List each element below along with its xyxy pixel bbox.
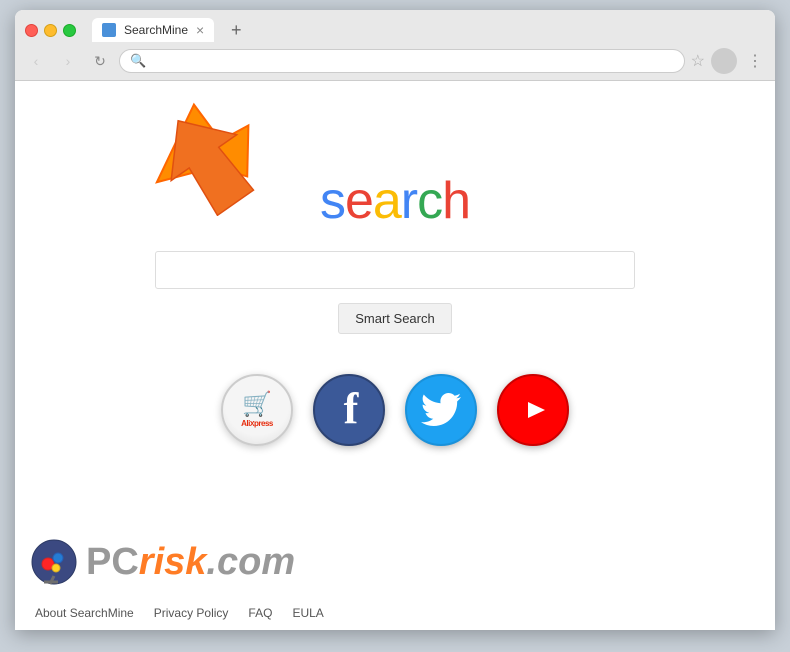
tab-favicon bbox=[102, 23, 116, 37]
refresh-button[interactable]: ↻ bbox=[87, 48, 113, 74]
maximize-button[interactable] bbox=[63, 24, 76, 37]
refresh-icon: ↻ bbox=[94, 53, 106, 70]
domain-text: .com bbox=[206, 541, 295, 583]
pcrisk-brand: PCrisk.com bbox=[86, 543, 295, 581]
user-avatar[interactable] bbox=[711, 48, 737, 74]
traffic-lights bbox=[25, 24, 76, 37]
logo-h: h bbox=[442, 171, 470, 231]
address-bar-row: ‹ › ↻ 🔍 ☆ ⋮ bbox=[15, 42, 775, 81]
new-tab-button[interactable]: + bbox=[222, 18, 250, 42]
pcrisk-text: PCrisk.com bbox=[86, 541, 295, 583]
address-search-icon: 🔍 bbox=[130, 53, 146, 69]
shortcuts-row: 🛒 AliXpress f bbox=[221, 374, 569, 446]
footer-links: About SearchMine Privacy Policy FAQ EULA bbox=[15, 606, 775, 620]
main-search-input[interactable] bbox=[155, 251, 635, 289]
search-logo: s e a r c h bbox=[320, 171, 470, 231]
logo-s: s bbox=[320, 171, 345, 231]
back-button[interactable]: ‹ bbox=[23, 48, 49, 74]
logo-a: a bbox=[373, 171, 401, 231]
big-arrow-svg bbox=[145, 96, 285, 216]
page-content: s e a r c h Smart Search 🛒 AliXpress f bbox=[15, 81, 775, 630]
tab-close-button[interactable]: × bbox=[196, 23, 204, 37]
pointer-arrow bbox=[145, 96, 285, 221]
eula-link[interactable]: EULA bbox=[292, 606, 323, 620]
logo-e: e bbox=[345, 171, 373, 231]
menu-button[interactable]: ⋮ bbox=[743, 51, 767, 71]
logo-r: r bbox=[401, 171, 417, 231]
risk-text: risk bbox=[139, 541, 207, 583]
back-icon: ‹ bbox=[34, 53, 39, 69]
pcrisk-watermark: PCrisk.com bbox=[30, 538, 295, 586]
address-bar[interactable]: 🔍 bbox=[119, 49, 685, 73]
privacy-link[interactable]: Privacy Policy bbox=[154, 606, 229, 620]
smart-search-button[interactable]: Smart Search bbox=[338, 303, 451, 334]
close-button[interactable] bbox=[25, 24, 38, 37]
aliexpress-cart-icon: 🛒 bbox=[242, 393, 272, 417]
aliexpress-label: AliXpress bbox=[241, 419, 273, 428]
twitter-bird-icon bbox=[421, 393, 461, 427]
minimize-button[interactable] bbox=[44, 24, 57, 37]
forward-button[interactable]: › bbox=[55, 48, 81, 74]
tab-row: SearchMine × + bbox=[25, 18, 765, 42]
about-link[interactable]: About SearchMine bbox=[35, 606, 134, 620]
pc-text: PC bbox=[86, 541, 139, 583]
search-box-wrap bbox=[155, 251, 635, 289]
youtube-icon bbox=[511, 394, 555, 426]
youtube-shortcut[interactable] bbox=[497, 374, 569, 446]
facebook-icon: f bbox=[344, 383, 359, 434]
forward-icon: › bbox=[66, 53, 71, 69]
facebook-shortcut[interactable]: f bbox=[313, 374, 385, 446]
title-bar: SearchMine × + bbox=[15, 10, 775, 42]
active-tab[interactable]: SearchMine × bbox=[92, 18, 214, 42]
tab-label: SearchMine bbox=[124, 23, 188, 37]
pcrisk-logo-icon bbox=[30, 538, 78, 586]
bookmark-icon[interactable]: ☆ bbox=[691, 51, 705, 71]
faq-link[interactable]: FAQ bbox=[248, 606, 272, 620]
logo-c: c bbox=[417, 171, 442, 231]
aliexpress-shortcut[interactable]: 🛒 AliXpress bbox=[221, 374, 293, 446]
twitter-shortcut[interactable] bbox=[405, 374, 477, 446]
browser-window: SearchMine × + ‹ › ↻ 🔍 ☆ ⋮ bbox=[15, 10, 775, 630]
address-input[interactable] bbox=[152, 54, 673, 69]
